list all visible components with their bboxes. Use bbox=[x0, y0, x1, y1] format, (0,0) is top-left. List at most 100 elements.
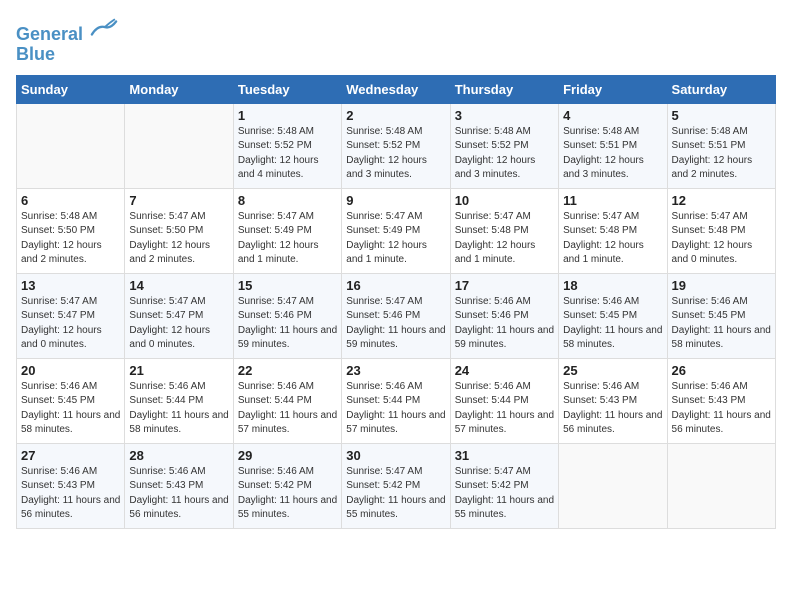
calendar-cell: 25 Sunrise: 5:46 AM Sunset: 5:43 PM Dayl… bbox=[559, 358, 667, 443]
day-info: Sunrise: 5:46 AM Sunset: 5:44 PM Dayligh… bbox=[346, 380, 445, 438]
calendar-cell: 9 Sunrise: 5:47 AM Sunset: 5:49 PM Dayli… bbox=[342, 188, 450, 273]
day-number: 27 bbox=[21, 448, 120, 463]
calendar-cell: 10 Sunrise: 5:47 AM Sunset: 5:48 PM Dayl… bbox=[450, 188, 558, 273]
day-number: 24 bbox=[455, 363, 554, 378]
day-number: 28 bbox=[129, 448, 228, 463]
calendar-cell: 18 Sunrise: 5:46 AM Sunset: 5:45 PM Dayl… bbox=[559, 273, 667, 358]
logo-bird-icon bbox=[90, 16, 118, 40]
calendar-cell: 27 Sunrise: 5:46 AM Sunset: 5:43 PM Dayl… bbox=[17, 443, 125, 528]
day-info: Sunrise: 5:48 AM Sunset: 5:51 PM Dayligh… bbox=[672, 125, 771, 183]
day-info: Sunrise: 5:47 AM Sunset: 5:46 PM Dayligh… bbox=[346, 295, 445, 353]
day-number: 8 bbox=[238, 193, 337, 208]
day-number: 12 bbox=[672, 193, 771, 208]
calendar-week-row: 13 Sunrise: 5:47 AM Sunset: 5:47 PM Dayl… bbox=[17, 273, 776, 358]
calendar-cell bbox=[559, 443, 667, 528]
day-number: 18 bbox=[563, 278, 662, 293]
day-number: 6 bbox=[21, 193, 120, 208]
day-number: 29 bbox=[238, 448, 337, 463]
day-info: Sunrise: 5:47 AM Sunset: 5:42 PM Dayligh… bbox=[346, 465, 445, 523]
day-info: Sunrise: 5:48 AM Sunset: 5:52 PM Dayligh… bbox=[238, 125, 337, 183]
calendar-cell: 23 Sunrise: 5:46 AM Sunset: 5:44 PM Dayl… bbox=[342, 358, 450, 443]
calendar-cell: 26 Sunrise: 5:46 AM Sunset: 5:43 PM Dayl… bbox=[667, 358, 775, 443]
day-info: Sunrise: 5:46 AM Sunset: 5:43 PM Dayligh… bbox=[21, 465, 120, 523]
day-info: Sunrise: 5:46 AM Sunset: 5:44 PM Dayligh… bbox=[238, 380, 337, 438]
day-number: 20 bbox=[21, 363, 120, 378]
day-info: Sunrise: 5:47 AM Sunset: 5:42 PM Dayligh… bbox=[455, 465, 554, 523]
day-number: 15 bbox=[238, 278, 337, 293]
calendar-cell: 24 Sunrise: 5:46 AM Sunset: 5:44 PM Dayl… bbox=[450, 358, 558, 443]
day-number: 1 bbox=[238, 108, 337, 123]
calendar-cell: 28 Sunrise: 5:46 AM Sunset: 5:43 PM Dayl… bbox=[125, 443, 233, 528]
day-info: Sunrise: 5:46 AM Sunset: 5:44 PM Dayligh… bbox=[455, 380, 554, 438]
day-number: 21 bbox=[129, 363, 228, 378]
day-info: Sunrise: 5:46 AM Sunset: 5:43 PM Dayligh… bbox=[563, 380, 662, 438]
day-info: Sunrise: 5:47 AM Sunset: 5:49 PM Dayligh… bbox=[238, 210, 337, 268]
day-info: Sunrise: 5:48 AM Sunset: 5:52 PM Dayligh… bbox=[346, 125, 445, 183]
day-number: 3 bbox=[455, 108, 554, 123]
day-info: Sunrise: 5:46 AM Sunset: 5:45 PM Dayligh… bbox=[672, 295, 771, 353]
weekday-header-saturday: Saturday bbox=[667, 75, 775, 103]
day-number: 26 bbox=[672, 363, 771, 378]
calendar-week-row: 20 Sunrise: 5:46 AM Sunset: 5:45 PM Dayl… bbox=[17, 358, 776, 443]
day-number: 30 bbox=[346, 448, 445, 463]
weekday-header-monday: Monday bbox=[125, 75, 233, 103]
day-info: Sunrise: 5:47 AM Sunset: 5:46 PM Dayligh… bbox=[238, 295, 337, 353]
day-number: 4 bbox=[563, 108, 662, 123]
calendar-cell bbox=[125, 103, 233, 188]
day-number: 17 bbox=[455, 278, 554, 293]
weekday-header-friday: Friday bbox=[559, 75, 667, 103]
day-info: Sunrise: 5:46 AM Sunset: 5:43 PM Dayligh… bbox=[129, 465, 228, 523]
day-number: 25 bbox=[563, 363, 662, 378]
calendar-week-row: 27 Sunrise: 5:46 AM Sunset: 5:43 PM Dayl… bbox=[17, 443, 776, 528]
calendar-cell: 11 Sunrise: 5:47 AM Sunset: 5:48 PM Dayl… bbox=[559, 188, 667, 273]
calendar-cell: 14 Sunrise: 5:47 AM Sunset: 5:47 PM Dayl… bbox=[125, 273, 233, 358]
day-info: Sunrise: 5:46 AM Sunset: 5:45 PM Dayligh… bbox=[21, 380, 120, 438]
calendar-cell: 3 Sunrise: 5:48 AM Sunset: 5:52 PM Dayli… bbox=[450, 103, 558, 188]
calendar-cell: 20 Sunrise: 5:46 AM Sunset: 5:45 PM Dayl… bbox=[17, 358, 125, 443]
day-info: Sunrise: 5:47 AM Sunset: 5:47 PM Dayligh… bbox=[21, 295, 120, 353]
calendar-table: SundayMondayTuesdayWednesdayThursdayFrid… bbox=[16, 75, 776, 529]
calendar-cell: 13 Sunrise: 5:47 AM Sunset: 5:47 PM Dayl… bbox=[17, 273, 125, 358]
day-number: 31 bbox=[455, 448, 554, 463]
calendar-cell: 21 Sunrise: 5:46 AM Sunset: 5:44 PM Dayl… bbox=[125, 358, 233, 443]
day-number: 10 bbox=[455, 193, 554, 208]
day-info: Sunrise: 5:48 AM Sunset: 5:52 PM Dayligh… bbox=[455, 125, 554, 183]
calendar-cell: 12 Sunrise: 5:47 AM Sunset: 5:48 PM Dayl… bbox=[667, 188, 775, 273]
calendar-cell: 19 Sunrise: 5:46 AM Sunset: 5:45 PM Dayl… bbox=[667, 273, 775, 358]
weekday-header-thursday: Thursday bbox=[450, 75, 558, 103]
weekday-header-wednesday: Wednesday bbox=[342, 75, 450, 103]
day-number: 9 bbox=[346, 193, 445, 208]
calendar-week-row: 6 Sunrise: 5:48 AM Sunset: 5:50 PM Dayli… bbox=[17, 188, 776, 273]
day-info: Sunrise: 5:46 AM Sunset: 5:45 PM Dayligh… bbox=[563, 295, 662, 353]
day-number: 14 bbox=[129, 278, 228, 293]
day-info: Sunrise: 5:47 AM Sunset: 5:48 PM Dayligh… bbox=[672, 210, 771, 268]
logo: General Blue bbox=[16, 16, 118, 65]
day-info: Sunrise: 5:47 AM Sunset: 5:50 PM Dayligh… bbox=[129, 210, 228, 268]
calendar-cell: 17 Sunrise: 5:46 AM Sunset: 5:46 PM Dayl… bbox=[450, 273, 558, 358]
weekday-header-sunday: Sunday bbox=[17, 75, 125, 103]
calendar-cell bbox=[667, 443, 775, 528]
calendar-cell: 31 Sunrise: 5:47 AM Sunset: 5:42 PM Dayl… bbox=[450, 443, 558, 528]
day-number: 23 bbox=[346, 363, 445, 378]
weekday-header-tuesday: Tuesday bbox=[233, 75, 341, 103]
day-info: Sunrise: 5:46 AM Sunset: 5:46 PM Dayligh… bbox=[455, 295, 554, 353]
day-info: Sunrise: 5:46 AM Sunset: 5:42 PM Dayligh… bbox=[238, 465, 337, 523]
day-info: Sunrise: 5:46 AM Sunset: 5:43 PM Dayligh… bbox=[672, 380, 771, 438]
calendar-cell: 8 Sunrise: 5:47 AM Sunset: 5:49 PM Dayli… bbox=[233, 188, 341, 273]
calendar-cell: 30 Sunrise: 5:47 AM Sunset: 5:42 PM Dayl… bbox=[342, 443, 450, 528]
day-info: Sunrise: 5:48 AM Sunset: 5:50 PM Dayligh… bbox=[21, 210, 120, 268]
calendar-cell: 4 Sunrise: 5:48 AM Sunset: 5:51 PM Dayli… bbox=[559, 103, 667, 188]
calendar-cell: 29 Sunrise: 5:46 AM Sunset: 5:42 PM Dayl… bbox=[233, 443, 341, 528]
day-info: Sunrise: 5:46 AM Sunset: 5:44 PM Dayligh… bbox=[129, 380, 228, 438]
calendar-cell: 16 Sunrise: 5:47 AM Sunset: 5:46 PM Dayl… bbox=[342, 273, 450, 358]
day-info: Sunrise: 5:47 AM Sunset: 5:47 PM Dayligh… bbox=[129, 295, 228, 353]
calendar-week-row: 1 Sunrise: 5:48 AM Sunset: 5:52 PM Dayli… bbox=[17, 103, 776, 188]
day-info: Sunrise: 5:47 AM Sunset: 5:48 PM Dayligh… bbox=[455, 210, 554, 268]
day-info: Sunrise: 5:47 AM Sunset: 5:48 PM Dayligh… bbox=[563, 210, 662, 268]
calendar-cell: 5 Sunrise: 5:48 AM Sunset: 5:51 PM Dayli… bbox=[667, 103, 775, 188]
day-number: 2 bbox=[346, 108, 445, 123]
day-info: Sunrise: 5:48 AM Sunset: 5:51 PM Dayligh… bbox=[563, 125, 662, 183]
day-number: 19 bbox=[672, 278, 771, 293]
calendar-cell bbox=[17, 103, 125, 188]
calendar-cell: 2 Sunrise: 5:48 AM Sunset: 5:52 PM Dayli… bbox=[342, 103, 450, 188]
